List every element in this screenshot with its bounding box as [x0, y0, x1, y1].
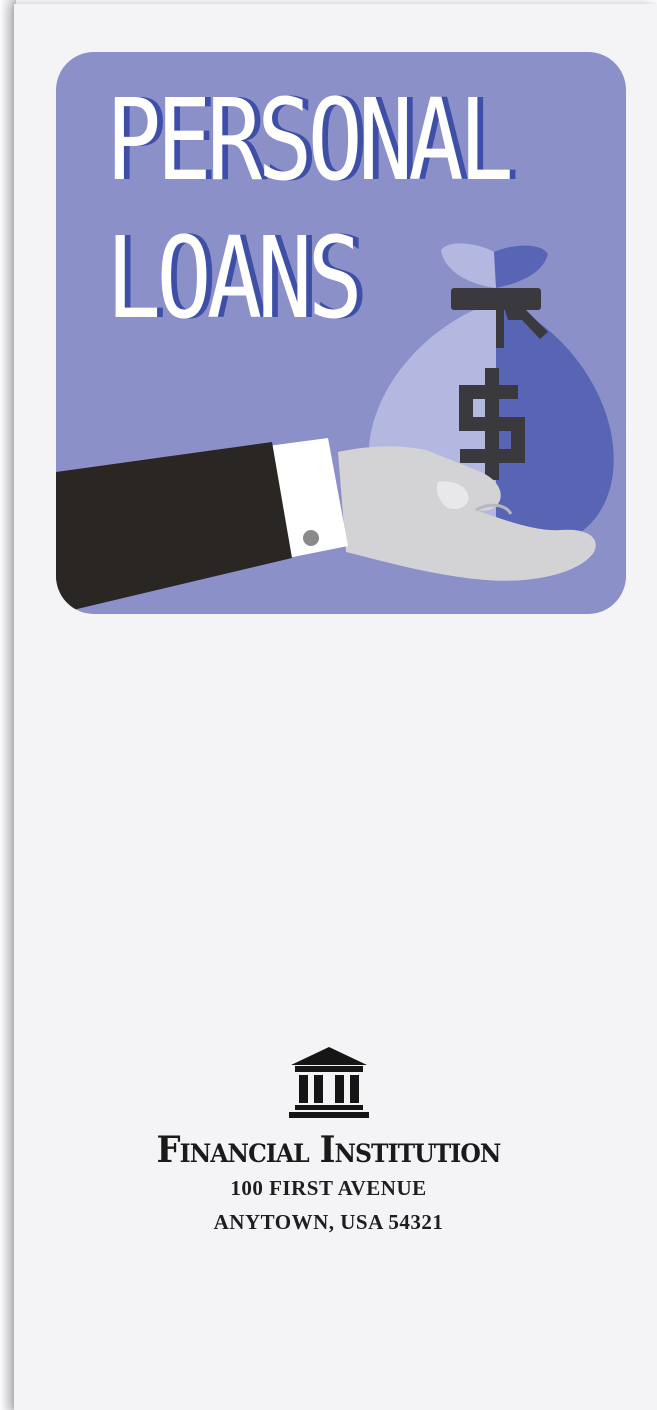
bank-building-icon: [288, 1047, 369, 1118]
suit-sleeve: [56, 442, 292, 614]
institution-name: Financial Institution: [156, 1129, 502, 1171]
address-line-2: ANYTOWN, USA 54321: [213, 1210, 444, 1234]
hero-illustration: PERSONAL LOANS: [56, 52, 626, 614]
institution-footer: Financial Institution 100 FIRST AVENUE A…: [0, 1045, 657, 1239]
address-line-1: 100 FIRST AVENUE: [230, 1176, 427, 1200]
hero-title-line1: PERSONAL: [106, 76, 514, 206]
hero-title: PERSONAL LOANS: [106, 72, 514, 348]
hero-title-line2: LOANS: [106, 214, 363, 344]
